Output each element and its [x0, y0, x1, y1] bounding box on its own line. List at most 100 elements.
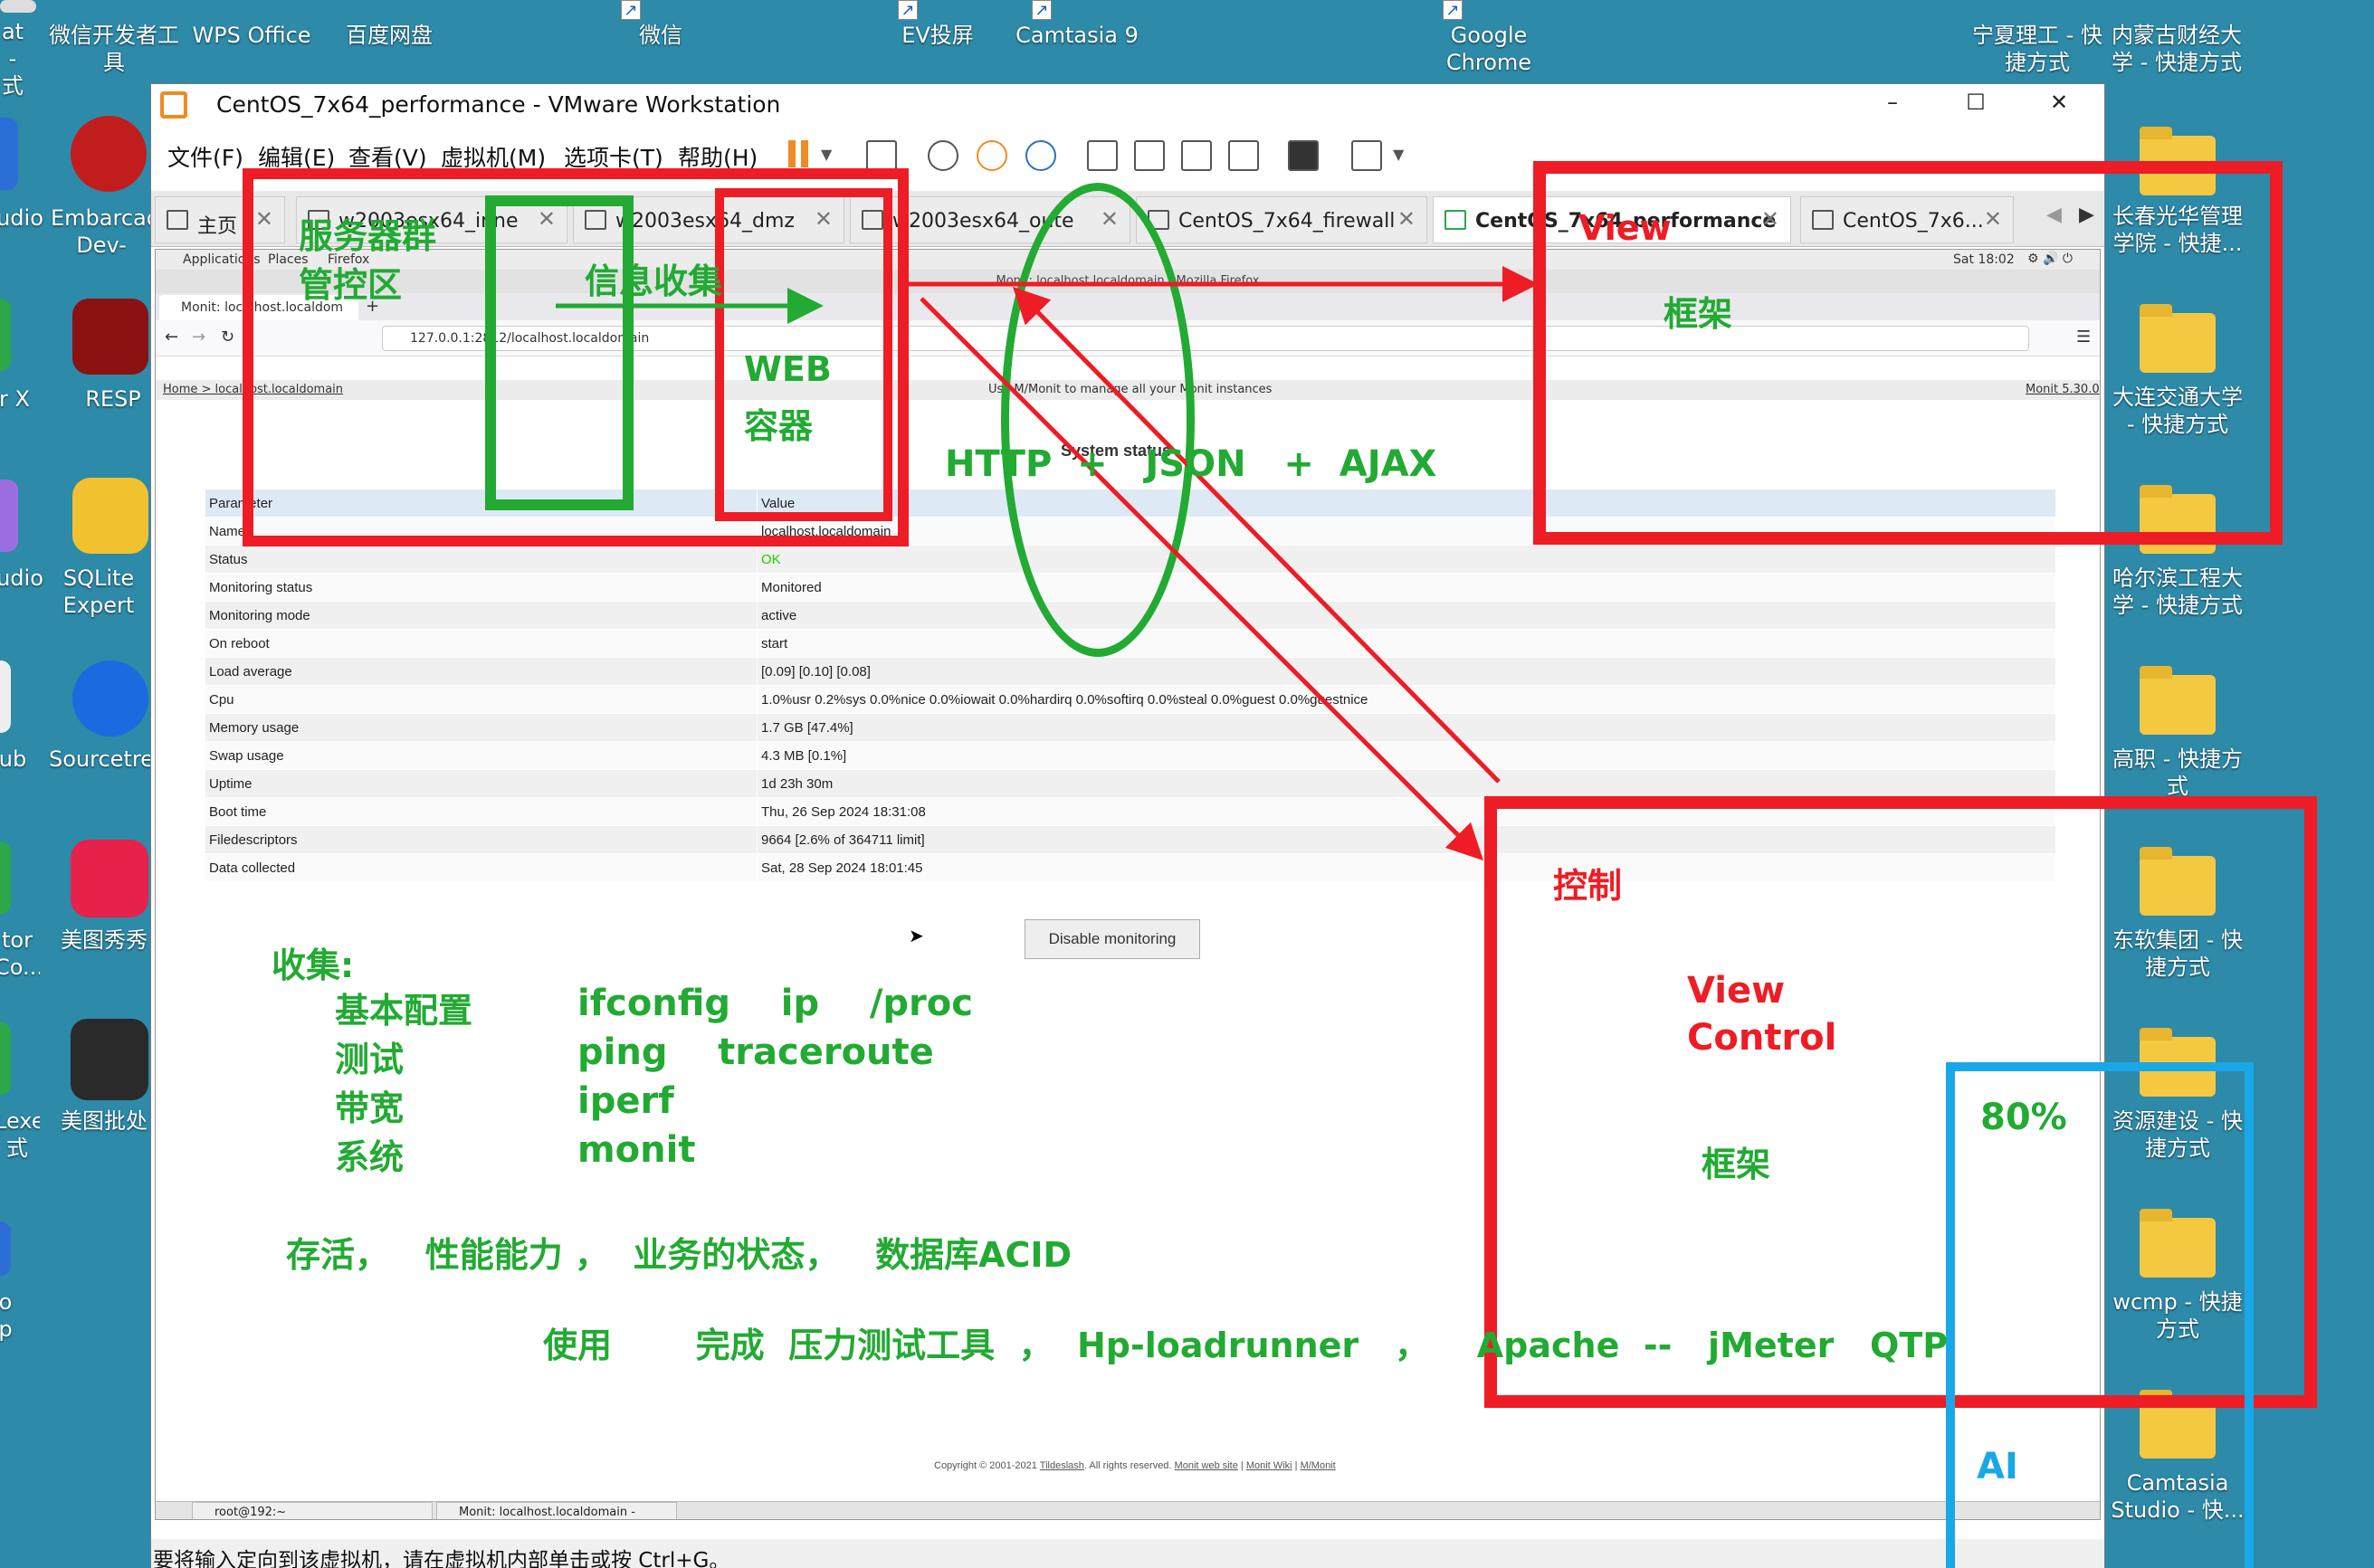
annotation-view-top: View [1578, 208, 1672, 248]
meitu-batch-icon[interactable] [71, 1019, 148, 1100]
close-button[interactable]: ✕ [2041, 90, 2077, 115]
reload-icon[interactable]: ↻ [221, 328, 234, 347]
desktop-icon-heu[interactable]: 哈尔滨工程大学 - 快捷方式 [2109, 565, 2246, 619]
value-cell: start [757, 629, 2056, 658]
sqlite-icon[interactable] [72, 478, 148, 554]
window-titlebar[interactable]: CentOS_7x64_performance - VMware Worksta… [151, 84, 2104, 128]
thumbnail-view-icon[interactable] [1134, 140, 1165, 171]
desktop-icon-label[interactable]: o p [0, 1288, 16, 1343]
app-icon[interactable] [0, 118, 18, 190]
desktop-icon-sqlite[interactable]: SQLite Expert Pe [47, 565, 150, 619]
param-cell: Cpu [205, 685, 758, 714]
annotation-framework-top: 框架 [1664, 294, 1733, 334]
taskbar-label: Monit: localhost.localdomain - Mozill... [459, 1506, 635, 1519]
back-icon[interactable]: ← [165, 328, 178, 347]
app-icon[interactable] [0, 1022, 11, 1095]
desktop-icon-meitu[interactable]: 美图秀秀 [54, 927, 154, 955]
mmonit-link[interactable]: M/Monit [1301, 1460, 1336, 1471]
forward-icon[interactable]: → [192, 328, 205, 347]
monit-website-link[interactable]: Monit web site [1175, 1460, 1238, 1471]
tab-centos-firewall[interactable]: CentOS_7x64_firewall ✕ [1136, 196, 1427, 243]
desktop-icon-label[interactable]: at - 式 [0, 18, 31, 100]
tab-label: 主页 [197, 215, 238, 238]
chevron-down-icon[interactable]: ▼ [1393, 146, 1404, 163]
revert-snapshot-icon[interactable] [977, 140, 1007, 171]
snapshot-icon[interactable] [928, 140, 958, 171]
console-icon[interactable] [1288, 140, 1319, 171]
app-icon[interactable] [0, 0, 36, 13]
resp-icon[interactable] [72, 299, 148, 375]
close-icon[interactable]: ✕ [1397, 206, 1416, 232]
folder-icon[interactable] [2140, 666, 2216, 735]
send-keys-icon[interactable] [866, 140, 897, 171]
app-icon[interactable] [0, 299, 11, 371]
annotation-http-json-ajax: HTTP + JSON + AJAX [945, 443, 1437, 485]
annotation-ellipse-http [1001, 183, 1195, 657]
value-cell: 1.7 GB [47.4%] [757, 713, 2056, 742]
stretch-icon[interactable] [1351, 140, 1382, 171]
desktop-icon-label[interactable]: tor Co... [0, 927, 40, 981]
param-cell: Data collected [205, 853, 758, 882]
value-cell: 1d 23h 30m [757, 769, 2056, 798]
taskbar-item-firefox[interactable]: Monit: localhost.localdomain - Mozill... [436, 1502, 677, 1519]
desktop-icon-nxut[interactable]: 宁夏理工 - 快捷方式 [1969, 22, 2105, 76]
desktop-icon-label[interactable]: udio [0, 204, 47, 232]
desktop-icon-label[interactable]: udio [0, 565, 47, 592]
menu-file[interactable]: 文件(F) [167, 140, 243, 173]
desktop-icon-label[interactable]: ub [0, 746, 31, 773]
annotation-alive-line: 存活， 性能能力 ， 业务的状态， 数据库ACID [286, 1235, 1073, 1275]
unity-icon[interactable] [1228, 140, 1259, 171]
table-row: Load average [0.09] [0.10] [0.08] [205, 657, 2056, 686]
annotation-percent: 80% [1980, 1097, 2067, 1138]
desktop-icon-meitu-batch[interactable]: 美图批处理 [54, 1107, 154, 1136]
annotation-control-en: Control [1687, 1017, 1837, 1059]
disable-monitoring-button[interactable]: Disable monitoring [1025, 919, 1200, 959]
vmware-logo-icon [160, 91, 187, 119]
sourcetree-icon[interactable] [72, 660, 148, 736]
param-cell: On reboot [205, 629, 758, 658]
embarcadero-icon[interactable] [71, 116, 147, 192]
pause-icon[interactable] [788, 140, 808, 167]
desktop-icon-label[interactable]: Lexe 式 [0, 1107, 40, 1162]
status-text: 要将输入定向到该虚拟机，请在虚拟机内部单击或按 Ctrl+G。 [153, 1549, 730, 1568]
desktop-icon-chrome[interactable]: Google Chrome [1439, 22, 1539, 76]
app-icon[interactable] [0, 480, 18, 552]
param-cell: Monitoring status [205, 573, 758, 602]
monit-wiki-link[interactable]: Monit Wiki [1246, 1460, 1292, 1471]
table-row: Cpu 1.0%usr 0.2%sys 0.0%nice 0.0%iowait 0… [205, 685, 2056, 714]
desktop-icon-label[interactable]: r X [0, 385, 33, 413]
copyright-rest: . All rights reserved. [1083, 1460, 1172, 1471]
library-view-icon[interactable] [1087, 140, 1118, 171]
app-icon[interactable] [0, 1221, 11, 1276]
annotation-server-cluster: 服务器群 [299, 216, 437, 256]
desktop-icon-wechat-devtools[interactable]: 微信开发者工具 [43, 22, 185, 76]
desktop-icon-evscreen[interactable]: EV投屏 [874, 22, 1001, 49]
fullscreen-icon[interactable] [1181, 140, 1212, 171]
value-cell: 4.3 MB [0.1%] [757, 741, 2056, 770]
desktop-icon-sourcetree[interactable]: Sourcetre [49, 746, 150, 774]
home-icon [167, 210, 188, 230]
annotation-view: View [1687, 970, 1786, 1012]
desktop-icon-imufe[interactable]: 内蒙古财经大学 - 快捷方式 [2107, 22, 2246, 76]
value-cell: [0.09] [0.10] [0.08] [757, 657, 2056, 686]
minimize-button[interactable]: – [1874, 90, 1911, 115]
desktop-icon-wechat[interactable]: 微信 [597, 22, 724, 49]
desktop-icon-gaozhi[interactable]: 高职 - 快捷方式 [2109, 746, 2246, 798]
vm-icon [1444, 210, 1466, 230]
desktop-icon-wps[interactable]: WPS Office [186, 22, 317, 49]
annotation-usage-line: 使用 完成 压力测试工具 ， Hp-loadrunner ， Apache --… [543, 1326, 1949, 1365]
desktop-icon-camtasia9[interactable]: Camtasia 9 [1005, 22, 1149, 49]
desktop-icon-resp[interactable]: RESP [72, 385, 154, 413]
maximize-button[interactable]: ☐ [1958, 90, 1994, 115]
taskbar-item-terminal[interactable]: root@192:~ [192, 1502, 433, 1519]
snapshot-manager-icon[interactable] [1025, 140, 1056, 171]
value-cell: OK [757, 545, 2056, 574]
collect-key: 系统 [335, 1137, 405, 1177]
tildeslash-link[interactable]: Tildeslash [1040, 1460, 1084, 1471]
desktop-icon-embarcadero[interactable]: Embarcadero Dev-C++ [51, 204, 152, 259]
app-icon[interactable] [0, 660, 11, 733]
desktop-icon-baidu[interactable]: 百度网盘 [326, 22, 453, 49]
chevron-down-icon[interactable]: ▼ [821, 146, 832, 163]
app-icon[interactable] [0, 841, 11, 914]
meitu-icon[interactable] [71, 840, 148, 917]
